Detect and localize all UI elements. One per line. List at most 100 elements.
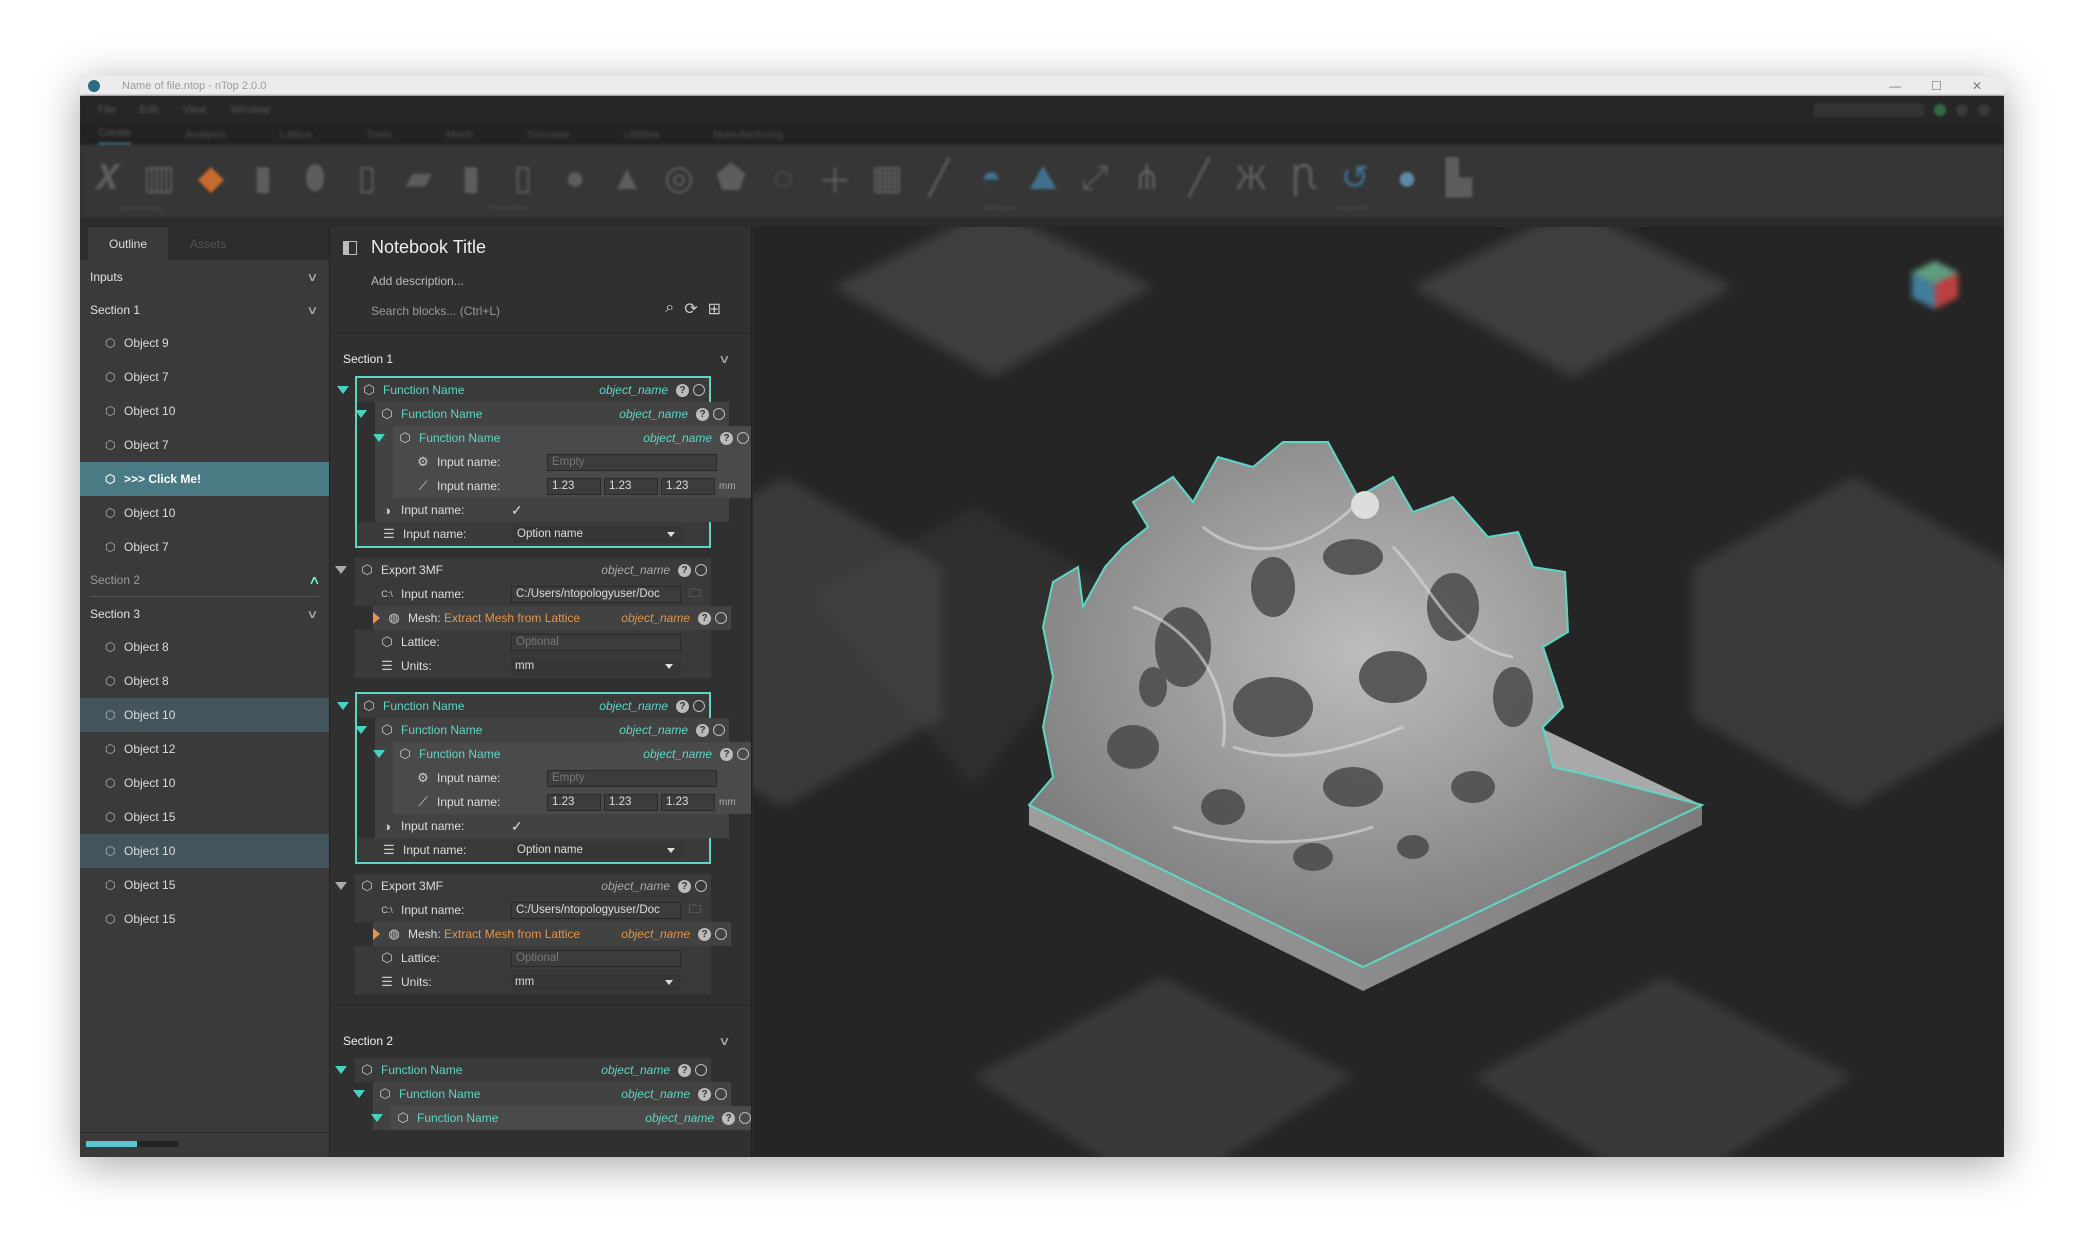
vector-z-field[interactable]: 1.23 [661, 477, 715, 495]
help-icon[interactable]: ? [720, 431, 733, 445]
list-item[interactable]: ⬡ Object 8 [80, 664, 329, 698]
tab-lattice[interactable]: Lattice [280, 129, 312, 145]
block-header[interactable]: ◍ Mesh: Extract Mesh from Lattice object_n… [373, 922, 731, 946]
expand-arrow-icon[interactable] [373, 928, 380, 940]
text-field[interactable]: Empty [547, 453, 717, 471]
tab-tools[interactable]: Tools [366, 129, 392, 145]
vector-x-field[interactable]: 1.23 [547, 793, 601, 811]
visibility-icon[interactable] [713, 724, 725, 736]
minimize-button[interactable]: — [1889, 79, 1901, 93]
file-path-field[interactable]: C:/Users/ntopologyuser/Doc [511, 901, 681, 919]
vector-y-field[interactable]: 1.23 [604, 793, 658, 811]
tab-utilities[interactable]: Utilities [624, 129, 659, 145]
option-dropdown[interactable]: Option name [513, 841, 683, 859]
checkbox-checked[interactable]: ✓ [511, 502, 523, 519]
help-icon[interactable]: ? [676, 699, 689, 713]
section-1-header[interactable]: Section 1 ∨ [330, 342, 751, 376]
block-header[interactable]: ⬡ Function Name object_name? [337, 378, 709, 402]
block-header[interactable]: ⬡ Function Name object_name? [373, 742, 751, 766]
diagonal-icon[interactable]: ╱ [1178, 157, 1220, 199]
collapse-arrow-icon[interactable] [355, 726, 367, 734]
3d-viewport[interactable] [753, 227, 2004, 1157]
tab-simulate[interactable]: Simulate [527, 129, 570, 145]
sphere-icon[interactable]: ● [554, 157, 596, 199]
block-header[interactable]: ⬡ Export 3MF object_name? [335, 874, 711, 898]
help-icon[interactable]: ? [678, 879, 691, 893]
refresh-icon[interactable]: ⟳ [684, 299, 697, 319]
section-2-header[interactable]: Section 2 ∨ [330, 1024, 751, 1058]
block-header[interactable]: ⬡ Function Name object_name? [355, 402, 729, 426]
mesh-solid-icon[interactable]: ⛰ [1022, 157, 1064, 199]
outline-section-3[interactable]: Section 3 ∨ [80, 597, 329, 630]
list-item[interactable]: ⬡ Object 7 [80, 428, 329, 462]
prism-icon[interactable]: ▯ [346, 157, 388, 199]
pillar-icon[interactable]: ▮ [450, 157, 492, 199]
wire-sphere-icon[interactable]: ◌ [762, 157, 804, 199]
cone-icon[interactable]: ▲ [606, 157, 648, 199]
global-search-input[interactable] [1814, 102, 1924, 117]
collapse-arrow-icon[interactable] [335, 882, 347, 890]
list-item[interactable]: ⬡ Object 9 [80, 326, 329, 360]
notebook-description[interactable]: Add description... [371, 274, 464, 288]
help-icon[interactable]: ? [698, 927, 711, 941]
block-header[interactable]: ⬡ Function Name object_name? [373, 426, 751, 450]
line-tool-icon[interactable]: ╱ [918, 157, 960, 199]
menu-edit[interactable]: Edit [140, 104, 159, 116]
block-header[interactable]: ⬡ Function Name object_name? [355, 718, 729, 742]
collapse-arrow-icon[interactable] [373, 750, 385, 758]
visibility-icon[interactable] [737, 748, 749, 760]
vector-y-field[interactable]: 1.23 [604, 477, 658, 495]
checkbox-checked[interactable]: ✓ [511, 818, 523, 835]
help-icon[interactable]: ? [696, 407, 709, 421]
collapse-arrow-icon[interactable] [335, 1066, 347, 1074]
box-icon[interactable]: ▮ [242, 157, 284, 199]
curve-x-icon[interactable]: Ж [1230, 157, 1272, 199]
help-icon[interactable] [1956, 103, 1968, 116]
outline-inputs[interactable]: Inputs ∨ [80, 260, 329, 293]
capsule-icon[interactable]: ▯ [502, 157, 544, 199]
units-dropdown[interactable]: mm [511, 973, 681, 991]
visibility-icon[interactable] [693, 384, 705, 396]
folder-icon[interactable]: 🗀 [689, 584, 701, 605]
outline-section-2[interactable]: Section 2 ∧ [90, 564, 321, 597]
point-icon[interactable]: ＋ [814, 157, 856, 201]
folder-icon[interactable]: 🗀 [689, 900, 701, 921]
tab-create[interactable]: Create [98, 127, 132, 145]
lattice-model[interactable] [753, 227, 2004, 1157]
tab-outline[interactable]: Outline [88, 227, 168, 260]
help-icon[interactable]: ? [720, 747, 733, 761]
implicit-sphere-icon[interactable]: ● [1386, 157, 1428, 199]
help-icon[interactable]: ? [698, 1087, 711, 1101]
visibility-icon[interactable] [715, 612, 727, 624]
grid-icon[interactable]: ▦ [866, 157, 908, 199]
menu-window[interactable]: Window [230, 104, 269, 116]
help-icon[interactable]: ? [678, 563, 691, 577]
menu-view[interactable]: View [183, 104, 207, 116]
visibility-icon[interactable] [715, 928, 727, 940]
collapse-arrow-icon[interactable] [337, 386, 349, 394]
visibility-icon[interactable] [715, 1088, 727, 1100]
collapse-arrow-icon[interactable] [353, 1090, 365, 1098]
maximize-button[interactable]: ☐ [1931, 79, 1942, 93]
help-icon[interactable]: ? [722, 1111, 735, 1125]
visibility-icon[interactable] [695, 564, 707, 576]
lattice-field[interactable]: Optional [511, 949, 681, 967]
list-item[interactable]: ⬡ Object 10 [80, 766, 329, 800]
panel-toggle-icon[interactable] [343, 241, 357, 255]
list-item[interactable]: ⬡ Object 7 [80, 360, 329, 394]
graph-icon[interactable]: ⋔ [1126, 157, 1168, 199]
curve-n-icon[interactable]: Ꞃ [1282, 157, 1324, 199]
tab-analysis[interactable]: Analysis [185, 129, 226, 145]
block-header[interactable]: ⬡ Export 3MF object_name? [335, 558, 711, 582]
list-item[interactable]: ⬡ Object 12 [80, 732, 329, 766]
torus-icon[interactable]: ◎ [658, 157, 700, 199]
pentagon-icon[interactable]: ⬟ [710, 157, 752, 199]
block-search-input[interactable]: Search blocks... (Ctrl+L) [371, 304, 500, 318]
account-icon[interactable] [1978, 103, 1990, 116]
text-field[interactable]: Empty [547, 769, 717, 787]
list-item[interactable]: ⬡ Object 10 [80, 698, 329, 732]
list-item-selected[interactable]: ⬡ >>> Click Me! [80, 462, 329, 496]
close-button[interactable]: ✕ [1972, 79, 1982, 93]
block-header[interactable]: ⬡ Function Name object_name? [337, 694, 709, 718]
collapse-arrow-icon[interactable] [337, 702, 349, 710]
